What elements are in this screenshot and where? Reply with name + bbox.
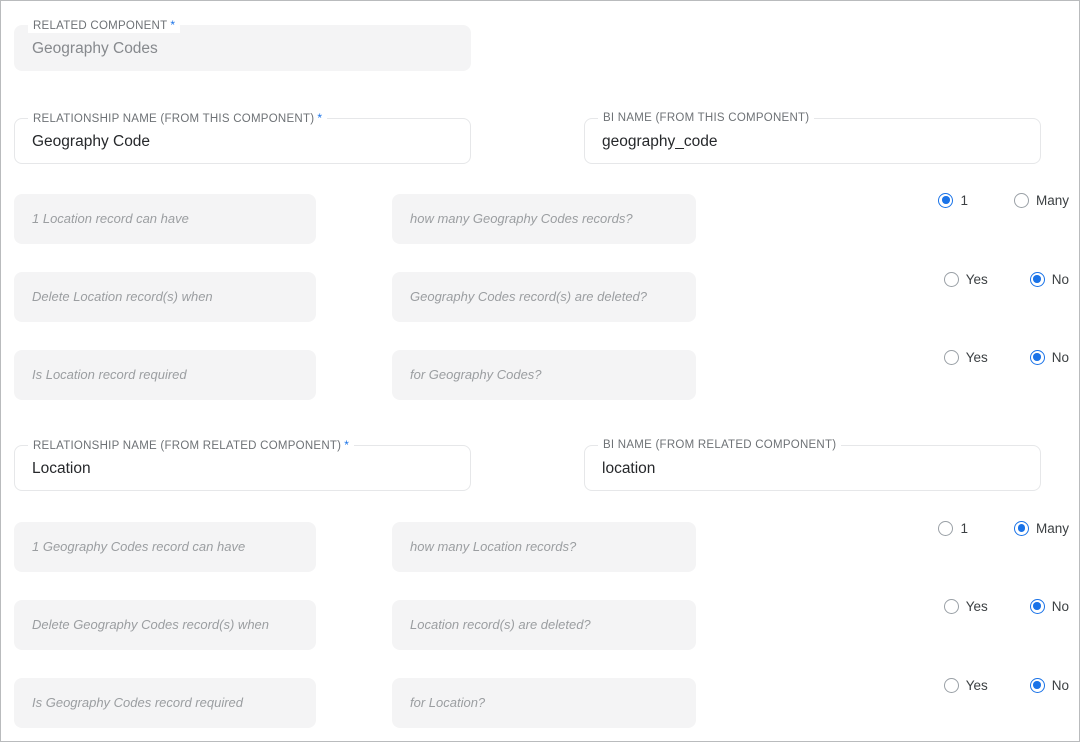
related-component-value: Geography Codes	[32, 26, 158, 72]
related-component-row-2-left-pill: Is Geography Codes record required	[14, 678, 316, 728]
radio-dot-icon	[1030, 599, 1045, 614]
radio-this-required-no[interactable]: No	[1030, 350, 1069, 365]
radio-label: Yes	[966, 350, 988, 365]
this-component-row-0-right-text: how many Geography Codes records?	[410, 194, 633, 244]
radio-related-required-no[interactable]: No	[1030, 678, 1069, 693]
this-component-row-2-left-pill: Is Location record required	[14, 350, 316, 400]
this-component-row-0-left-text: 1 Location record can have	[32, 194, 189, 244]
this-component-row-0-right-pill: how many Geography Codes records?	[392, 194, 696, 244]
related-component-row-0-right-text: how many Location records?	[410, 522, 576, 572]
related-component-row-0-radio-group[interactable]: 1 Many	[861, 517, 1069, 539]
required-asterisk-icon: *	[170, 18, 175, 32]
related-component-row-1-right-text: Location record(s) are deleted?	[410, 600, 591, 650]
radio-label: Many	[1036, 193, 1069, 208]
this-component-row-1-left-text: Delete Location record(s) when	[32, 272, 213, 322]
this-component-row-2-radio-group[interactable]: Yes No	[861, 346, 1069, 368]
radio-label: No	[1052, 599, 1069, 614]
related-component-row-0-left-pill: 1 Geography Codes record can have	[14, 522, 316, 572]
related-component-row-1-left-pill: Delete Geography Codes record(s) when	[14, 600, 316, 650]
relationship-name-from-this-component-field[interactable]: RELATIONSHIP NAME (FROM THIS COMPONENT)*…	[14, 118, 471, 164]
this-component-row-1-radio-group[interactable]: Yes No	[861, 268, 1069, 290]
radio-dot-icon	[1014, 521, 1029, 536]
radio-dot-icon	[1030, 350, 1045, 365]
related-component-row-2-left-text: Is Geography Codes record required	[32, 678, 243, 728]
radio-this-required-yes[interactable]: Yes	[944, 350, 988, 365]
this-component-row-2-right-pill: for Geography Codes?	[392, 350, 696, 400]
this-component-row-0-left-pill: 1 Location record can have	[14, 194, 316, 244]
this-component-row-2-left-text: Is Location record required	[32, 350, 187, 400]
radio-label: No	[1052, 350, 1069, 365]
radio-this-delete-no[interactable]: No	[1030, 272, 1069, 287]
radio-label: 1	[960, 521, 968, 536]
relationship-name-from-related-component-value: Location	[32, 446, 91, 492]
bi-name-from-this-component-value: geography_code	[602, 119, 718, 165]
this-component-row-2-right-text: for Geography Codes?	[410, 350, 542, 400]
radio-this-cardinality-many[interactable]: Many	[1014, 193, 1069, 208]
radio-dot-icon	[1014, 193, 1029, 208]
radio-label: Yes	[966, 678, 988, 693]
related-component-row-2-radio-group[interactable]: Yes No	[861, 674, 1069, 696]
radio-label: No	[1052, 678, 1069, 693]
radio-dot-icon	[938, 193, 953, 208]
related-component-row-2-right-text: for Location?	[410, 678, 485, 728]
radio-related-delete-yes[interactable]: Yes	[944, 599, 988, 614]
bi-name-from-related-component-value: location	[602, 446, 655, 492]
bi-name-from-this-component-field[interactable]: BI NAME (FROM THIS COMPONENT) geography_…	[584, 118, 1041, 164]
related-component-row-0-left-text: 1 Geography Codes record can have	[32, 522, 245, 572]
required-asterisk-icon: *	[317, 111, 322, 125]
related-component-field[interactable]: RELATED COMPONENT* Geography Codes	[14, 25, 471, 71]
radio-label: Yes	[966, 272, 988, 287]
related-component-row-1-right-pill: Location record(s) are deleted?	[392, 600, 696, 650]
radio-related-cardinality-many[interactable]: Many	[1014, 521, 1069, 536]
radio-dot-icon	[1030, 272, 1045, 287]
radio-dot-icon	[1030, 678, 1045, 693]
relationship-editor-page: RELATED COMPONENT* Geography Codes RELAT…	[0, 0, 1080, 742]
radio-related-delete-no[interactable]: No	[1030, 599, 1069, 614]
radio-dot-icon	[944, 599, 959, 614]
this-component-row-0-radio-group[interactable]: 1 Many	[861, 189, 1069, 211]
radio-related-required-yes[interactable]: Yes	[944, 678, 988, 693]
radio-dot-icon	[944, 350, 959, 365]
radio-label: Many	[1036, 521, 1069, 536]
radio-label: No	[1052, 272, 1069, 287]
related-component-row-1-radio-group[interactable]: Yes No	[861, 595, 1069, 617]
radio-this-delete-yes[interactable]: Yes	[944, 272, 988, 287]
related-component-row-0-right-pill: how many Location records?	[392, 522, 696, 572]
radio-dot-icon	[944, 272, 959, 287]
this-component-row-1-right-pill: Geography Codes record(s) are deleted?	[392, 272, 696, 322]
radio-label: Yes	[966, 599, 988, 614]
related-component-row-2-right-pill: for Location?	[392, 678, 696, 728]
radio-related-cardinality-one[interactable]: 1	[938, 521, 968, 536]
this-component-row-1-right-text: Geography Codes record(s) are deleted?	[410, 272, 647, 322]
related-component-row-1-left-text: Delete Geography Codes record(s) when	[32, 600, 269, 650]
radio-label: 1	[960, 193, 968, 208]
radio-dot-icon	[944, 678, 959, 693]
bi-name-from-related-component-field[interactable]: BI NAME (FROM RELATED COMPONENT) locatio…	[584, 445, 1041, 491]
relationship-name-from-related-component-field[interactable]: RELATIONSHIP NAME (FROM RELATED COMPONEN…	[14, 445, 471, 491]
required-asterisk-icon: *	[344, 438, 349, 452]
relationship-name-from-this-component-value: Geography Code	[32, 119, 150, 165]
radio-this-cardinality-one[interactable]: 1	[938, 193, 968, 208]
this-component-row-1-left-pill: Delete Location record(s) when	[14, 272, 316, 322]
radio-dot-icon	[938, 521, 953, 536]
